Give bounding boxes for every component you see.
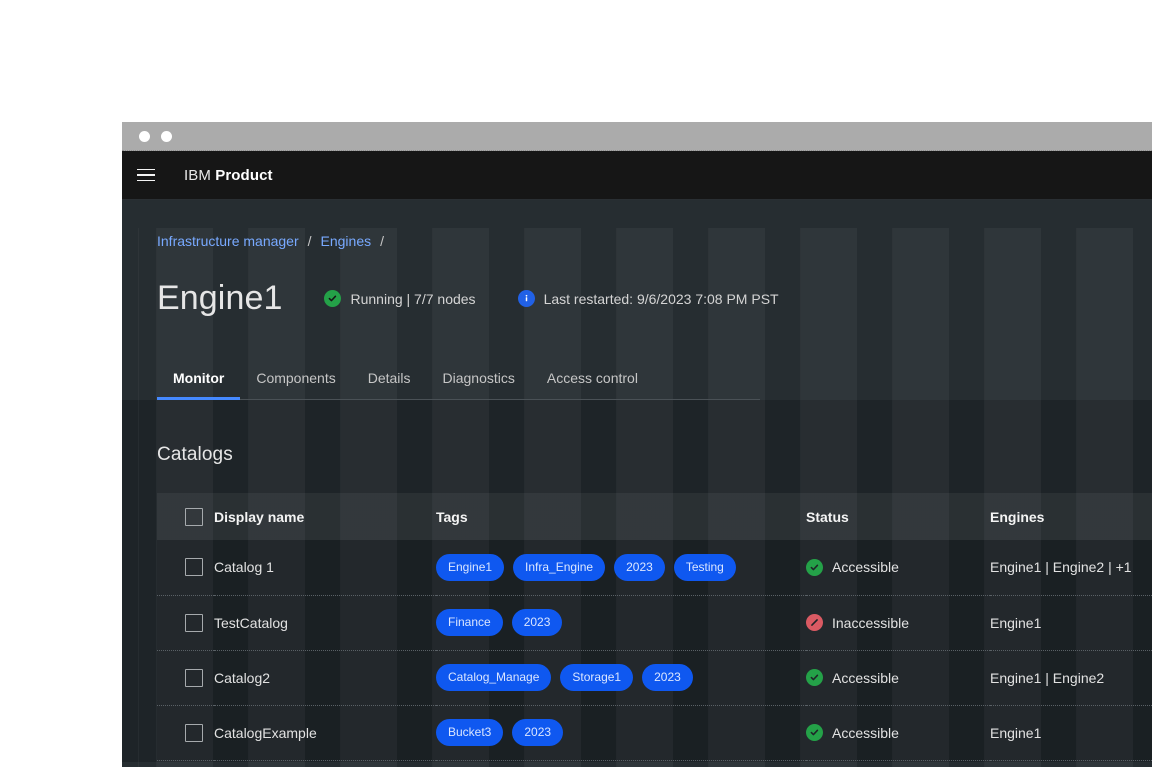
- status-text: Accessible: [832, 559, 899, 576]
- tag[interactable]: Catalog_Manage: [436, 664, 552, 691]
- application-root: IBM Product Infrastructure manager / Eng…: [122, 151, 1152, 767]
- table-row[interactable]: TestCatalog Finance 2023 Inaccessible En…: [157, 595, 1152, 650]
- table-row[interactable]: Catalog 1 Engine1 Infra_Engine 2023 Test…: [157, 540, 1152, 595]
- engine-last-restarted: Last restarted: 9/6/2023 7:08 PM PST: [517, 290, 779, 307]
- engine-running-status: Running | 7/7 nodes: [324, 290, 476, 307]
- hamburger-menu-icon[interactable]: [122, 151, 170, 199]
- page-title: Engine1: [157, 279, 283, 317]
- catalogs-table-wrapper: Display name Tags Status Engines Catalog…: [157, 493, 1152, 761]
- status-badge: Inaccessible: [806, 614, 990, 631]
- row-checkbox[interactable]: [185, 723, 203, 742]
- column-header-tags[interactable]: Tags: [436, 493, 806, 540]
- tag[interactable]: Finance: [436, 609, 503, 636]
- table-body: Catalog 1 Engine1 Infra_Engine 2023 Test…: [157, 540, 1152, 760]
- tab-monitor[interactable]: Monitor: [157, 370, 241, 400]
- window-titlebar: [122, 122, 1152, 151]
- information-icon: [517, 290, 535, 307]
- page-content: Infrastructure manager / Engines / Engin…: [122, 200, 1152, 767]
- cell-status: Accessible: [806, 705, 990, 760]
- breadcrumb-separator-2: /: [380, 233, 384, 249]
- cell-display-name: Catalog2: [214, 669, 271, 686]
- cell-tags: Bucket3 2023: [436, 705, 806, 760]
- engine-last-restarted-text: Last restarted: 9/6/2023 7:08 PM PST: [543, 290, 779, 307]
- window-dot-1[interactable]: [139, 131, 150, 142]
- screenshot-stage: IBM Product Infrastructure manager / Eng…: [0, 0, 1152, 767]
- tab-diagnostics[interactable]: Diagnostics: [427, 370, 531, 399]
- tag-list: Bucket3 2023: [436, 719, 806, 746]
- row-select-cell: [157, 705, 214, 760]
- tag[interactable]: Bucket3: [436, 719, 504, 746]
- cell-tags: Engine1 Infra_Engine 2023 Testing: [436, 540, 806, 595]
- row-checkbox[interactable]: [185, 558, 203, 577]
- status-text: Inaccessible: [832, 614, 910, 631]
- tab-components[interactable]: Components: [240, 370, 351, 399]
- section-title: Catalogs: [157, 444, 233, 465]
- product-brand[interactable]: IBM Product: [184, 167, 273, 184]
- cell-status: Accessible: [806, 650, 990, 705]
- tag[interactable]: 2023: [614, 553, 665, 581]
- tag-list: Engine1 Infra_Engine 2023 Testing: [436, 553, 806, 581]
- check-circle-icon: [806, 558, 823, 576]
- status-text: Accessible: [832, 669, 899, 686]
- browser-window: IBM Product Infrastructure manager / Eng…: [122, 122, 1152, 767]
- table-header-row: Display name Tags Status Engines: [157, 493, 1152, 540]
- cell-engines: Engine1: [990, 614, 1042, 631]
- column-header-select: [157, 493, 214, 540]
- select-all-checkbox[interactable]: [185, 507, 203, 526]
- breadcrumb: Infrastructure manager / Engines /: [122, 200, 1152, 249]
- row-checkbox[interactable]: [185, 613, 203, 632]
- breadcrumb-separator-1: /: [307, 233, 312, 249]
- row-select-cell: [157, 595, 214, 650]
- cell-display-name: Catalog 1: [214, 559, 274, 576]
- cell-engines: Engine1: [990, 724, 1042, 741]
- cell-tags: Finance 2023: [436, 595, 806, 650]
- row-select-cell: [157, 650, 214, 705]
- top-navigation-bar: IBM Product: [122, 151, 1152, 200]
- status-badge: Accessible: [806, 669, 990, 686]
- catalogs-section: Catalogs Display name Tags Status Engine…: [122, 400, 1152, 762]
- row-checkbox[interactable]: [185, 668, 203, 687]
- table-row[interactable]: CatalogExample Bucket3 2023 Accessible E…: [157, 705, 1152, 760]
- column-header-engines[interactable]: Engines: [990, 493, 1152, 540]
- brand-prefix: IBM: [184, 166, 211, 184]
- window-dot-2[interactable]: [161, 131, 172, 142]
- cell-display-name: TestCatalog: [214, 614, 288, 631]
- row-select-cell: [157, 540, 214, 595]
- column-header-status[interactable]: Status: [806, 493, 990, 540]
- table-row[interactable]: Catalog2 Catalog_Manage Storage1 2023 Ac…: [157, 650, 1152, 705]
- status-badge: Accessible: [806, 558, 990, 576]
- engine-running-status-text: Running | 7/7 nodes: [350, 290, 476, 307]
- check-circle-icon: [806, 724, 823, 741]
- breadcrumb-item-engines[interactable]: Engines: [321, 233, 372, 249]
- tag[interactable]: Storage1: [560, 664, 634, 691]
- no-entry-icon: [806, 614, 823, 631]
- cell-status: Inaccessible: [806, 595, 990, 650]
- table-header: Display name Tags Status Engines: [157, 493, 1152, 540]
- tab-details[interactable]: Details: [352, 370, 427, 399]
- cell-tags: Catalog_Manage Storage1 2023: [436, 650, 806, 705]
- tag[interactable]: Infra_Engine: [513, 553, 606, 581]
- cell-status: Accessible: [806, 540, 990, 595]
- status-text: Accessible: [832, 724, 899, 741]
- check-circle-icon: [806, 669, 823, 686]
- catalogs-table: Display name Tags Status Engines Catalog…: [157, 493, 1152, 761]
- tab-bar: Monitor Components Details Diagnostics A…: [157, 355, 760, 400]
- cell-engines: Engine1 | Engine2: [990, 669, 1105, 686]
- tag[interactable]: Testing: [673, 553, 736, 581]
- tag[interactable]: 2023: [642, 664, 693, 691]
- tag-list: Finance 2023: [436, 609, 806, 636]
- tab-access-control[interactable]: Access control: [531, 370, 654, 399]
- column-header-display-name[interactable]: Display name: [214, 493, 436, 540]
- cell-display-name: CatalogExample: [214, 724, 317, 741]
- tag-list: Catalog_Manage Storage1 2023: [436, 664, 806, 691]
- page-header-row: Engine1 Running | 7/7 nodes Last restart…: [122, 249, 1152, 318]
- tag[interactable]: 2023: [512, 719, 564, 746]
- status-badge: Accessible: [806, 724, 990, 741]
- check-circle-icon: [324, 290, 342, 307]
- tag[interactable]: 2023: [511, 609, 563, 636]
- cell-engines: Engine1 | Engine2 | +1: [990, 559, 1132, 576]
- breadcrumb-item-infrastructure-manager[interactable]: Infrastructure manager: [157, 233, 299, 249]
- brand-name: Product: [215, 166, 273, 184]
- tag[interactable]: Engine1: [436, 553, 505, 581]
